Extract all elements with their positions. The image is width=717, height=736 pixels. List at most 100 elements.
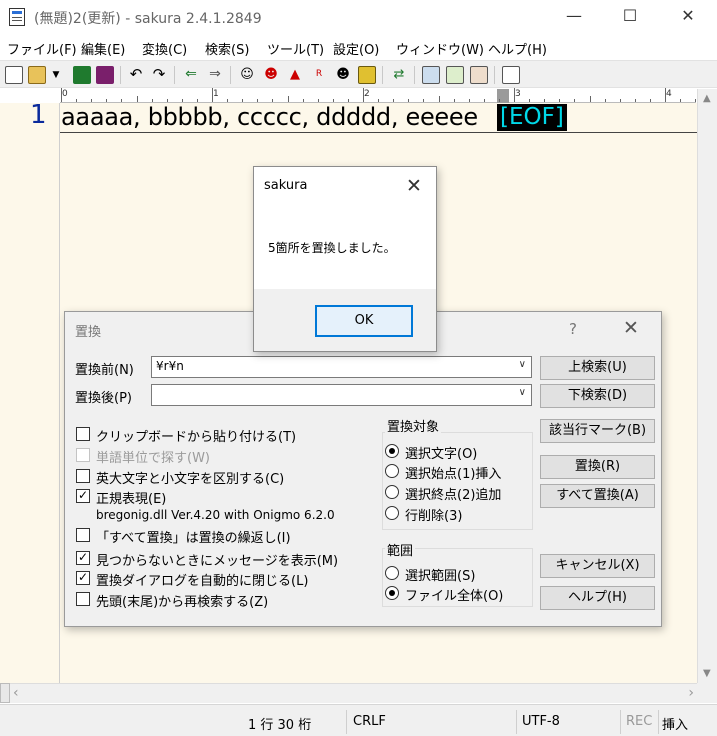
ruler-tick — [137, 96, 138, 102]
ruler-tick — [288, 96, 289, 102]
menu-edit[interactable]: 編集(E) — [81, 39, 125, 58]
scroll-down-icon[interactable]: ▼ — [703, 668, 711, 679]
ruler-label: 2 — [364, 89, 370, 99]
redo-icon[interactable]: ↷ — [150, 66, 168, 84]
ruler: 0 1 2 3 4 — [60, 88, 696, 103]
ruler-label: 3 — [515, 89, 521, 99]
ruler-tick — [121, 99, 122, 102]
horizontal-scrollbar[interactable]: ‹ › — [10, 683, 697, 703]
close-icon[interactable]: ✕ — [406, 175, 422, 197]
ruler-tick — [469, 99, 470, 102]
ruler-tick — [499, 99, 500, 102]
dropdown-icon[interactable]: ▼ — [50, 66, 62, 84]
message-box-footer: OK — [254, 289, 436, 351]
menu-help[interactable]: ヘルプ(H) — [488, 39, 547, 58]
checkbox-checked[interactable]: ✓ — [76, 551, 90, 565]
ok-button[interactable]: OK — [315, 305, 413, 337]
menu-tools[interactable]: ツール(T) — [267, 39, 324, 58]
replace-all-button[interactable]: すべて置換(A) — [540, 484, 655, 508]
checkbox[interactable] — [76, 427, 90, 441]
replace-before-input[interactable]: ¥r¥n ∨ — [151, 356, 532, 378]
ruler-label: 0 — [62, 89, 68, 99]
checkbox-checked[interactable]: ✓ — [76, 571, 90, 585]
ruler-tick — [439, 96, 440, 102]
search-up-button[interactable]: 上検索(U) — [540, 356, 655, 380]
close-icon[interactable]: ✕ — [623, 317, 639, 339]
help-icon[interactable]: ? — [569, 320, 577, 338]
status-line-ending[interactable]: CRLF — [353, 714, 386, 729]
close-button[interactable]: ✕ — [665, 0, 711, 34]
ruler-tick — [363, 88, 364, 102]
replace-before-label: 置換前(N) — [75, 363, 134, 378]
ruler-tick — [423, 99, 424, 102]
search-icon[interactable]: ☺ — [238, 66, 256, 84]
maximize-button[interactable]: ☐ — [607, 0, 653, 34]
menu-file[interactable]: ファイル(F) — [7, 39, 77, 58]
ruler-tick — [529, 99, 530, 102]
radio-button[interactable] — [385, 506, 399, 520]
ruler-tick — [590, 96, 591, 102]
checkbox-checked[interactable]: ✓ — [76, 489, 90, 503]
mark-lines-button[interactable]: 該当行マーク(B) — [540, 419, 655, 443]
minimize-button[interactable]: — — [551, 0, 597, 34]
outline-icon[interactable]: ⇄ — [390, 66, 408, 84]
save-all-icon[interactable] — [96, 66, 114, 84]
search-next-icon[interactable]: ▲ — [286, 66, 304, 84]
ruler-tick — [318, 99, 319, 102]
radio-button[interactable] — [385, 586, 399, 600]
menu-convert[interactable]: 変換(C) — [142, 39, 187, 58]
radio-button[interactable] — [385, 566, 399, 580]
grep-icon[interactable]: ☻ — [334, 66, 352, 84]
new-file-icon[interactable] — [5, 66, 23, 84]
ruler-tick — [559, 99, 560, 102]
replace-after-label: 置換後(P) — [75, 391, 132, 406]
editor-text[interactable]: aaaaa, bbbbb, ccccc, ddddd, eeeee — [61, 103, 478, 131]
save-icon[interactable] — [73, 66, 91, 84]
search-prev-icon[interactable]: ☻ — [262, 66, 280, 84]
menu-settings[interactable]: 設定(O) — [333, 39, 379, 58]
window-title: (無題)2(更新) - sakura 2.4.1.2849 — [34, 11, 262, 27]
radio-button[interactable] — [385, 485, 399, 499]
undo-icon[interactable]: ↶ — [127, 66, 145, 84]
status-rec: REC — [626, 714, 653, 729]
settings-icon[interactable] — [470, 66, 488, 84]
ruler-tick — [680, 99, 681, 102]
scroll-up-icon[interactable]: ▲ — [703, 93, 711, 104]
menu-search[interactable]: 検索(S) — [205, 39, 249, 58]
radio-button[interactable] — [385, 464, 399, 478]
ruler-tick — [212, 88, 213, 102]
open-folder-icon[interactable] — [28, 66, 46, 84]
ruler-tick — [227, 99, 228, 102]
ruler-tick — [605, 99, 606, 102]
split-box[interactable] — [0, 683, 10, 703]
replace-button[interactable]: 置換(R) — [540, 455, 655, 479]
checkbox[interactable] — [76, 469, 90, 483]
print-preview-icon[interactable] — [446, 66, 464, 84]
replace-dialog: 置換 ? ✕ 置換前(N) ¥r¥n ∨ 置換後(P) ∨ クリップボードから貼… — [64, 311, 662, 627]
vertical-scrollbar[interactable]: ▲ ▼ — [697, 89, 717, 683]
scroll-right-icon[interactable]: › — [688, 685, 694, 701]
jump-forward-icon[interactable]: ⇒ — [206, 66, 224, 84]
status-encoding[interactable]: UTF-8 — [522, 714, 560, 729]
help-button[interactable]: ヘルプ(H) — [540, 586, 655, 610]
checkbox[interactable] — [76, 528, 90, 542]
ruler-tick — [544, 99, 545, 102]
status-mode[interactable]: 挿入 — [662, 714, 688, 733]
cancel-button[interactable]: キャンセル(X) — [540, 554, 655, 578]
font-icon[interactable] — [502, 66, 520, 84]
message-box-title: sakura — [264, 178, 308, 193]
tag-jump-icon[interactable] — [358, 66, 376, 84]
radio-button[interactable] — [385, 444, 399, 458]
replace-after-input[interactable]: ∨ — [151, 384, 532, 406]
menu-window[interactable]: ウィンドウ(W) — [396, 39, 484, 58]
ruler-tick — [76, 99, 77, 102]
search-down-button[interactable]: 下検索(D) — [540, 384, 655, 408]
print-icon[interactable] — [422, 66, 440, 84]
ruler-tick — [167, 99, 168, 102]
regex-search-icon[interactable]: R — [310, 66, 328, 84]
chevron-down-icon[interactable]: ∨ — [519, 359, 526, 370]
chevron-down-icon[interactable]: ∨ — [519, 387, 526, 398]
jump-back-icon[interactable]: ⇐ — [182, 66, 200, 84]
scroll-left-icon[interactable]: ‹ — [13, 685, 19, 701]
checkbox[interactable] — [76, 592, 90, 606]
